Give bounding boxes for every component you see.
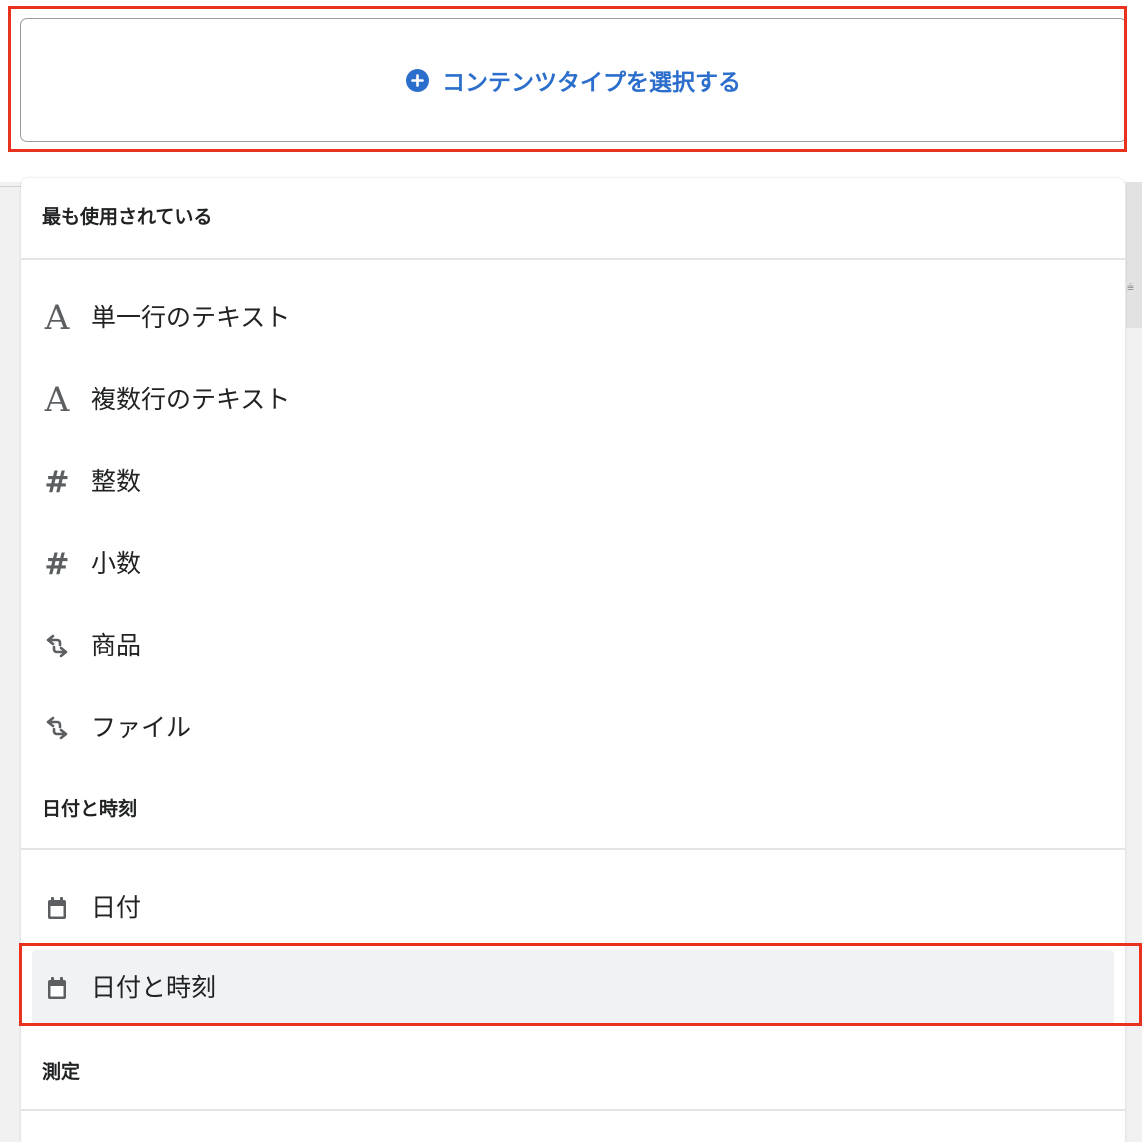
section-header-date-time: 日付と時刻 <box>21 794 1125 824</box>
menu-item-label: 複数行のテキスト <box>91 385 291 414</box>
text-A-icon: A <box>44 298 70 338</box>
calendar-icon <box>44 872 70 944</box>
menu-item-single-line-text[interactable]: A 単一行のテキスト <box>21 282 1125 354</box>
section-title: 測定 <box>42 1061 81 1083</box>
menu-item-file[interactable]: ファイル <box>21 692 1125 764</box>
section-title: 最も使用されている <box>42 206 213 228</box>
divider <box>0 186 21 187</box>
menu-item-multi-line-text[interactable]: A 複数行のテキスト <box>21 364 1125 436</box>
hash-icon: # <box>44 546 70 582</box>
menu-item-label: 小数 <box>91 549 142 578</box>
reference-arrows-icon <box>44 692 70 764</box>
menu-item-product[interactable]: 商品 <box>21 610 1125 682</box>
menu-item-label: 日付 <box>91 893 142 922</box>
highlight-annotation <box>8 6 1127 152</box>
menu-item-date[interactable]: 日付 <box>21 872 1125 944</box>
section-header-most-used: 最も使用されている <box>21 202 1125 232</box>
menu-item-label: 整数 <box>91 467 142 496</box>
background-panel-edge: ⩧ <box>1126 182 1142 328</box>
filter-icon: ⩧ <box>1127 280 1135 294</box>
section-header-measurement: 測定 <box>21 1057 1125 1087</box>
section-title: 日付と時刻 <box>42 798 138 820</box>
text-A-icon: A <box>44 380 70 420</box>
menu-item-integer[interactable]: # 整数 <box>21 446 1125 518</box>
divider <box>21 848 1125 850</box>
divider <box>21 258 1125 260</box>
reference-arrows-icon <box>44 610 70 682</box>
highlight-annotation <box>19 943 1142 1026</box>
menu-item-decimal[interactable]: # 小数 <box>21 528 1125 600</box>
menu-item-label: 単一行のテキスト <box>91 303 291 332</box>
divider <box>21 1109 1125 1111</box>
hash-icon: # <box>44 464 70 500</box>
menu-item-label: ファイル <box>91 713 192 742</box>
menu-item-label: 商品 <box>91 631 142 660</box>
